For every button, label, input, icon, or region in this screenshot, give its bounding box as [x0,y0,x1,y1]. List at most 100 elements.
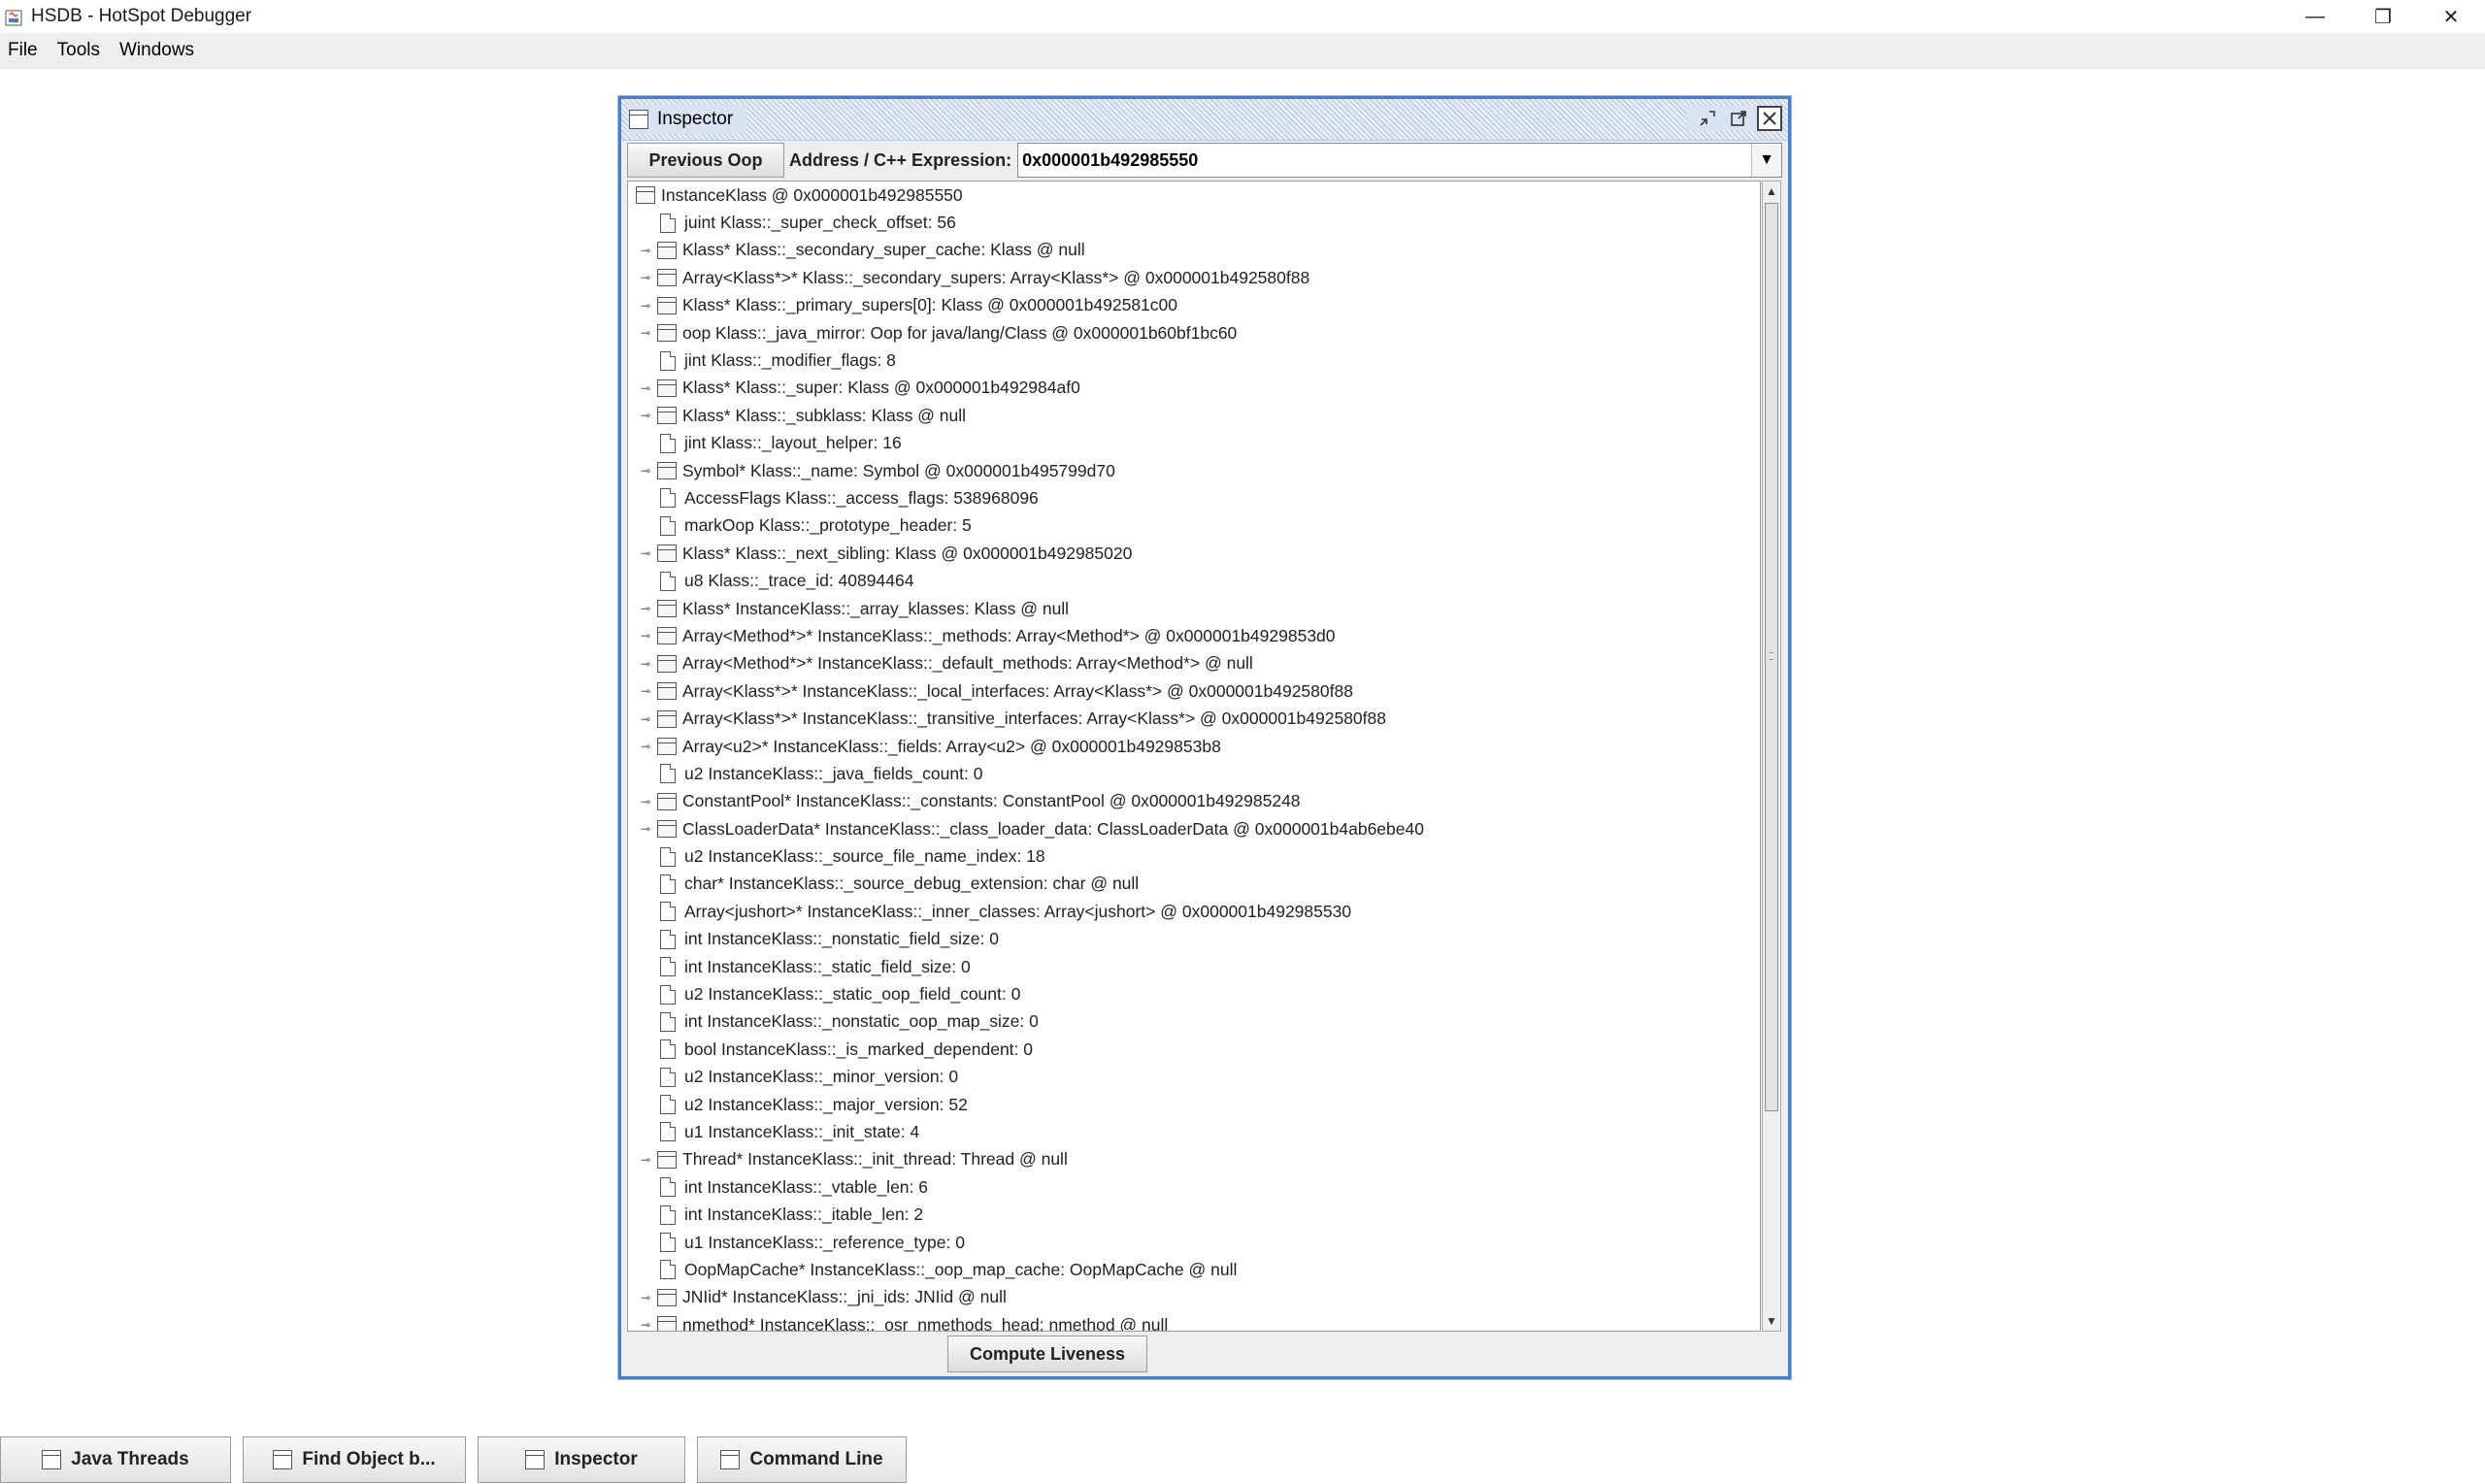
tree-row[interactable]: ⊸ Array<Method*>* InstanceKlass::_methods… [628,622,1760,649]
tree-row[interactable]: int InstanceKlass::_nonstatic_oop_map_si… [628,1008,1760,1036]
tree-row[interactable]: ⊸ Klass* Klass::_secondary_super_cache: K… [628,237,1760,264]
inspector-title-bar[interactable]: Inspector [621,99,1788,141]
scroll-down-icon[interactable]: ▼ [1763,1311,1780,1331]
tree-row-label: JNIid* InstanceKlass::_jni_ids: JNIid @ … [682,1287,1007,1307]
tree-row-label: int InstanceKlass::_nonstatic_field_size… [684,929,999,949]
tree-row[interactable]: u2 InstanceKlass::_minor_version: 0 [628,1064,1760,1091]
menu-bar: File Tools Windows [0,33,2485,69]
tree-row[interactable]: jint Klass::_layout_helper: 16 [628,430,1760,457]
expand-toggle-icon[interactable]: ⊸ [638,244,653,257]
tree-row[interactable]: Array<jushort>* InstanceKlass::_inner_cl… [628,898,1760,925]
expand-toggle-icon[interactable]: ⊸ [638,464,653,478]
tree-row[interactable]: int InstanceKlass::_static_field_size: 0 [628,953,1760,980]
frame-close-icon[interactable] [1757,106,1782,131]
tree-row[interactable]: ⊸ Symbol* Klass::_name: Symbol @ 0x000001… [628,457,1760,484]
window-title: HSDB - HotSpot Debugger [31,6,252,26]
tree-root[interactable]: InstanceKlass @ 0x000001b492985550 [628,181,1760,209]
folder-icon [657,544,677,563]
tree-row[interactable]: OopMapCache* InstanceKlass::_oop_map_cac… [628,1256,1760,1283]
tree-row[interactable]: AccessFlags Klass::_access_flags: 538968… [628,484,1760,511]
expand-toggle-icon[interactable]: ⊸ [638,602,653,615]
tree-row[interactable]: u1 InstanceKlass::_reference_type: 0 [628,1229,1760,1256]
tree-row-label: Array<u2>* InstanceKlass::_fields: Array… [682,736,1221,756]
task-java-threads[interactable]: Java Threads [0,1435,231,1483]
tree-row[interactable]: u2 InstanceKlass::_source_file_name_inde… [628,842,1760,870]
tree-row[interactable]: ⊸ Klass* Klass::_primary_supers[0]: Klass… [628,292,1760,319]
tree-row[interactable]: u2 InstanceKlass::_major_version: 52 [628,1091,1760,1118]
tree-row-label: u8 Klass::_trace_id: 40894464 [684,571,914,591]
tree-row[interactable]: u2 InstanceKlass::_java_fields_count: 0 [628,760,1760,787]
compute-liveness-button[interactable]: Compute Liveness [947,1336,1147,1372]
expand-toggle-icon[interactable]: ⊸ [638,546,653,560]
menu-file[interactable]: File [0,40,48,61]
expand-toggle-icon[interactable]: ⊸ [638,712,653,726]
tree-row[interactable]: int InstanceKlass::_itable_len: 2 [628,1201,1760,1228]
tree-row[interactable]: int InstanceKlass::_vtable_len: 6 [628,1173,1760,1201]
tree-row[interactable]: u2 InstanceKlass::_static_oop_field_coun… [628,980,1760,1007]
expand-toggle-icon[interactable]: ⊸ [638,629,653,643]
expand-toggle-icon[interactable]: ⊸ [638,1153,653,1167]
expand-toggle-icon[interactable]: ⊸ [638,1318,653,1331]
expand-toggle-icon[interactable]: ⊸ [638,740,653,753]
tree-row[interactable]: ⊸ nmethod* InstanceKlass::_osr_nmethods_h… [628,1311,1760,1331]
restore-button[interactable]: ❐ [2349,0,2417,33]
tree-row[interactable]: ⊸ Array<Klass*>* InstanceKlass::_transiti… [628,705,1760,732]
tree-row-label: jint Klass::_modifier_flags: 8 [684,350,896,371]
minimize-button[interactable]: — [2281,0,2349,33]
scrollbar-thumb[interactable] [1765,203,1778,1111]
tree-row[interactable]: ⊸ Array<Klass*>* Klass::_secondary_supers… [628,264,1760,291]
tree-row[interactable]: u1 InstanceKlass::_init_state: 4 [628,1118,1760,1145]
expand-toggle-icon[interactable]: ⊸ [638,822,653,836]
tree-row-label: Array<jushort>* InstanceKlass::_inner_cl… [684,901,1352,921]
iconify-icon[interactable] [1695,106,1720,131]
folder-icon [657,269,677,287]
tree-row[interactable]: ⊸ Klass* InstanceKlass::_array_klasses: K… [628,595,1760,622]
inspector-tree[interactable]: InstanceKlass @ 0x000001b492985550 juint… [627,181,1761,1332]
tree-row[interactable]: ⊸ oop Klass::_java_mirror: Oop for java/l… [628,319,1760,346]
task-command-line[interactable]: Command Line [697,1435,907,1483]
task-find-object[interactable]: Find Object b... [243,1435,466,1483]
expand-toggle-icon[interactable]: ⊸ [638,684,653,698]
tree-row[interactable]: ⊸ JNIid* InstanceKlass::_jni_ids: JNIid @… [628,1284,1760,1311]
menu-tools[interactable]: Tools [48,40,110,61]
tree-row[interactable]: juint Klass::_super_check_offset: 56 [628,209,1760,236]
address-combo[interactable]: 0x000001b492985550 ▼ [1017,143,1782,178]
tree-row[interactable]: char* InstanceKlass::_source_debug_exten… [628,871,1760,898]
tree-row[interactable]: ⊸ ClassLoaderData* InstanceKlass::_class_… [628,815,1760,842]
maximize-icon[interactable] [1726,106,1751,131]
tree-row[interactable]: ⊸ Klass* Klass::_subklass: Klass @ null [628,402,1760,429]
tree-row[interactable]: markOop Klass::_prototype_header: 5 [628,512,1760,540]
tree-row[interactable]: jint Klass::_modifier_flags: 8 [628,346,1760,374]
folder-icon [657,462,677,480]
expand-toggle-icon[interactable]: ⊸ [638,409,653,422]
file-icon [660,1122,676,1142]
tree-row[interactable]: u8 Klass::_trace_id: 40894464 [628,567,1760,594]
close-button[interactable]: ✕ [2417,0,2485,33]
address-input[interactable]: 0x000001b492985550 [1018,150,1198,171]
chevron-down-icon[interactable]: ▼ [1751,144,1781,177]
tree-row[interactable]: ⊸ Klass* Klass::_super: Klass @ 0x000001b… [628,375,1760,402]
file-icon [660,984,676,1005]
tree-row[interactable]: int InstanceKlass::_nonstatic_field_size… [628,926,1760,953]
tree-vertical-scrollbar[interactable]: ▲ ▼ [1762,181,1781,1332]
expand-toggle-icon[interactable]: ⊸ [638,1291,653,1304]
expand-toggle-icon[interactable]: ⊸ [638,381,653,395]
tree-row[interactable]: ⊸ Array<Method*>* InstanceKlass::_default… [628,650,1760,677]
tree-row[interactable]: ⊸ Array<Klass*>* InstanceKlass::_local_in… [628,677,1760,705]
expand-toggle-icon[interactable]: ⊸ [638,271,653,284]
scroll-up-icon[interactable]: ▲ [1763,181,1780,201]
expand-toggle-icon[interactable]: ⊸ [638,299,653,313]
task-inspector[interactable]: Inspector [478,1435,685,1483]
expand-toggle-icon[interactable]: ⊸ [638,326,653,340]
tree-row[interactable]: ⊸ Array<u2>* InstanceKlass::_fields: Arra… [628,733,1760,760]
folder-icon [657,379,677,397]
expand-toggle-icon[interactable]: ⊸ [638,657,653,671]
menu-windows[interactable]: Windows [110,40,204,61]
expand-toggle-icon[interactable]: ⊸ [638,795,653,808]
tree-row-label: ConstantPool* InstanceKlass::_constants:… [682,791,1301,811]
tree-row[interactable]: bool InstanceKlass::_is_marked_dependent… [628,1036,1760,1063]
tree-row[interactable]: ⊸ Thread* InstanceKlass::_init_thread: Th… [628,1146,1760,1173]
tree-row[interactable]: ⊸ Klass* Klass::_next_sibling: Klass @ 0x… [628,540,1760,567]
previous-oop-button[interactable]: Previous Oop [627,143,784,178]
tree-row[interactable]: ⊸ ConstantPool* InstanceKlass::_constants… [628,788,1760,815]
